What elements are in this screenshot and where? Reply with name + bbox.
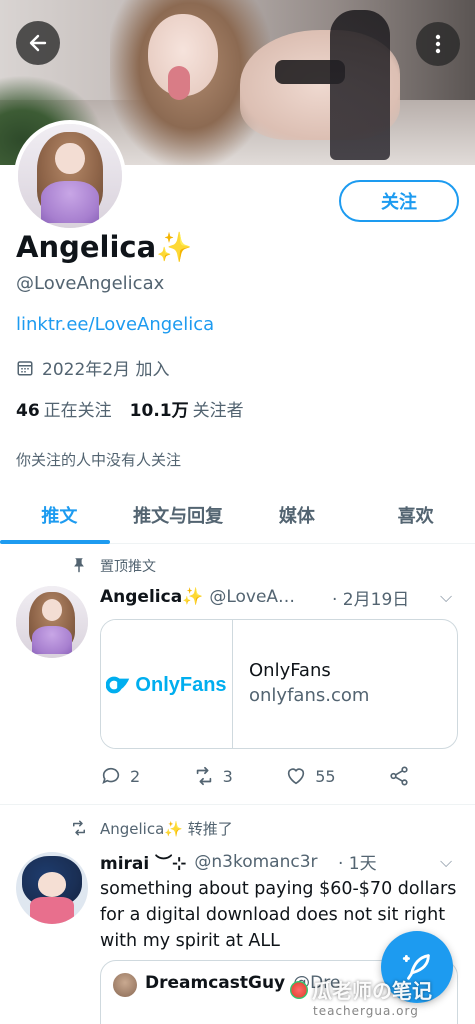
tab-likes[interactable]: 喜欢 xyxy=(356,486,475,543)
retweet-button[interactable]: 3 xyxy=(193,765,233,787)
tab-media[interactable]: 媒体 xyxy=(238,486,357,543)
card-domain: onlyfans.com xyxy=(249,685,370,706)
reply-count: 2 xyxy=(130,766,141,786)
share-button[interactable] xyxy=(388,765,410,787)
tweet-header: Angelica✨ @LoveA… · 2月19日 ⌵ xyxy=(100,585,459,610)
profile-name: Angelica✨ xyxy=(16,230,192,265)
avatar-face xyxy=(41,598,63,621)
avatar-outfit xyxy=(40,181,100,223)
joined-date: 2022年2月 加入 xyxy=(16,355,169,380)
profile-tabs: 推文 推文与回复 媒体 喜欢 xyxy=(0,486,475,544)
retweet-count: 3 xyxy=(222,766,233,786)
like-button[interactable]: 55 xyxy=(285,765,336,787)
pin-icon xyxy=(74,558,84,573)
chevron-down-icon[interactable]: ⌵ xyxy=(440,587,452,607)
retweet-author-handle[interactable]: @n3komanc3r xyxy=(194,852,317,872)
tweet-divider xyxy=(0,804,475,805)
tweet-author-name[interactable]: Angelica✨ xyxy=(100,587,203,607)
sparkles-icon: ✨ xyxy=(156,230,193,264)
watermark-text: 瓜老师の笔记 xyxy=(312,979,432,1003)
watermelon-icon xyxy=(290,980,308,999)
banner-detail xyxy=(168,66,190,100)
tweet-actions: 2 3 55 xyxy=(100,765,410,787)
mutual-followers-note: 你关注的人中没有人关注 xyxy=(16,451,182,469)
card-info: OnlyFans onlyfans.com xyxy=(233,620,369,748)
link-card[interactable]: OnlyFans OnlyFans onlyfans.com xyxy=(100,619,458,749)
onlyfans-logo-text: OnlyFans xyxy=(135,673,227,696)
retweet-label[interactable]: Angelica✨ 转推了 xyxy=(100,818,233,839)
follow-button[interactable]: 关注 xyxy=(339,180,459,222)
retweet-icon xyxy=(196,766,211,786)
joined-text: 2022年2月 加入 xyxy=(42,360,170,380)
profile-link[interactable]: linktr.ee/LoveAngelica xyxy=(16,314,214,335)
active-tab-indicator xyxy=(0,540,110,544)
back-button[interactable] xyxy=(16,21,60,65)
quoted-avatar xyxy=(113,973,137,997)
more-options-button[interactable] xyxy=(416,22,460,66)
tab-tweets[interactable]: 推文 xyxy=(0,486,119,543)
more-vertical-icon xyxy=(435,34,441,54)
profile-name-text: Angelica xyxy=(16,230,157,264)
back-arrow-icon xyxy=(29,34,47,52)
onlyfans-logo: OnlyFans xyxy=(106,673,227,697)
pinned-label: 置顶推文 xyxy=(100,559,156,575)
banner-stockings xyxy=(330,10,390,160)
tweet-date[interactable]: · 2月19日 xyxy=(332,585,409,610)
avatar-outfit xyxy=(30,896,74,924)
reply-icon xyxy=(102,767,120,784)
retweet-author-avatar[interactable] xyxy=(16,852,88,924)
profile-handle: @LoveAngelicax xyxy=(16,273,165,294)
retweet-date[interactable]: · 1天 xyxy=(338,849,377,874)
followers-label: 关注者 xyxy=(192,401,244,421)
avatar-face xyxy=(55,142,85,174)
like-count: 55 xyxy=(315,766,336,786)
profile-avatar[interactable] xyxy=(14,120,126,232)
tweet-author-handle[interactable]: @LoveA… xyxy=(209,587,295,607)
chevron-down-icon[interactable]: ⌵ xyxy=(440,852,452,872)
following-link[interactable]: 46 正在关注 xyxy=(16,396,112,421)
retweet-header: mirai ︶⊹ @n3komanc3r · 1天 ⌵ xyxy=(100,849,459,875)
retweet-author-name[interactable]: mirai ︶⊹ xyxy=(100,849,186,874)
watermark: 瓜老师の笔记 xyxy=(290,975,432,1004)
onlyfans-logo-icon xyxy=(106,676,130,694)
followers-count: 10.1万 xyxy=(129,401,189,421)
reply-button[interactable]: 2 xyxy=(100,765,140,787)
card-title: OnlyFans xyxy=(249,660,331,681)
follow-counts: 46 正在关注 10.1万 关注者 xyxy=(16,396,244,421)
heart-icon xyxy=(288,768,305,785)
following-count: 46 xyxy=(16,401,40,421)
calendar-icon xyxy=(17,360,33,375)
quoted-author-name: DreamcastGuy xyxy=(145,973,286,993)
retweet-indicator-icon xyxy=(73,820,85,836)
avatar-outfit xyxy=(31,625,73,655)
card-logo: OnlyFans xyxy=(101,620,233,748)
watermark-url: teachergua.org xyxy=(313,1004,419,1018)
followers-link[interactable]: 10.1万 关注者 xyxy=(130,396,244,421)
tweet-avatar[interactable] xyxy=(16,586,88,658)
following-label: 正在关注 xyxy=(43,401,112,421)
avatar-face xyxy=(37,872,67,897)
share-icon xyxy=(390,766,408,786)
tab-tweets-replies[interactable]: 推文与回复 xyxy=(119,486,238,543)
